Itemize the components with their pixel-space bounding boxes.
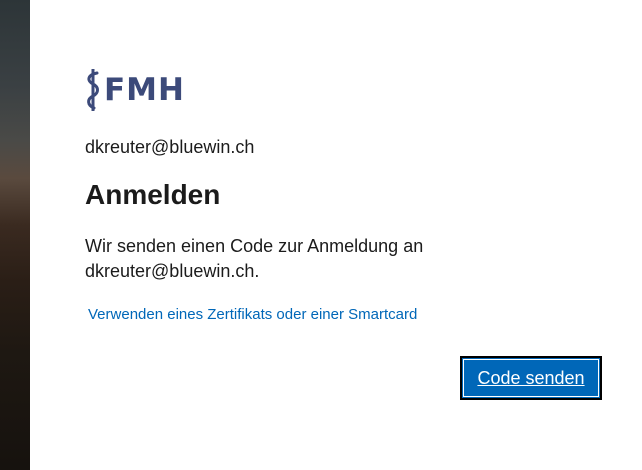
page-title: Anmelden xyxy=(85,179,221,210)
logo-text: FMH xyxy=(104,71,185,108)
background-image xyxy=(0,0,30,470)
send-code-button[interactable]: Code senden xyxy=(460,356,602,400)
certificate-smartcard-link[interactable]: Verwenden eines Zertifikats oder einer S… xyxy=(88,306,417,323)
aesculapian-staff-icon xyxy=(87,69,99,111)
account-email: dkreuter@bluewin.ch xyxy=(85,137,255,157)
description-text: Wir senden einen Code zur Anmeldung an d… xyxy=(85,236,424,281)
fmh-logo: FMH xyxy=(84,66,185,114)
